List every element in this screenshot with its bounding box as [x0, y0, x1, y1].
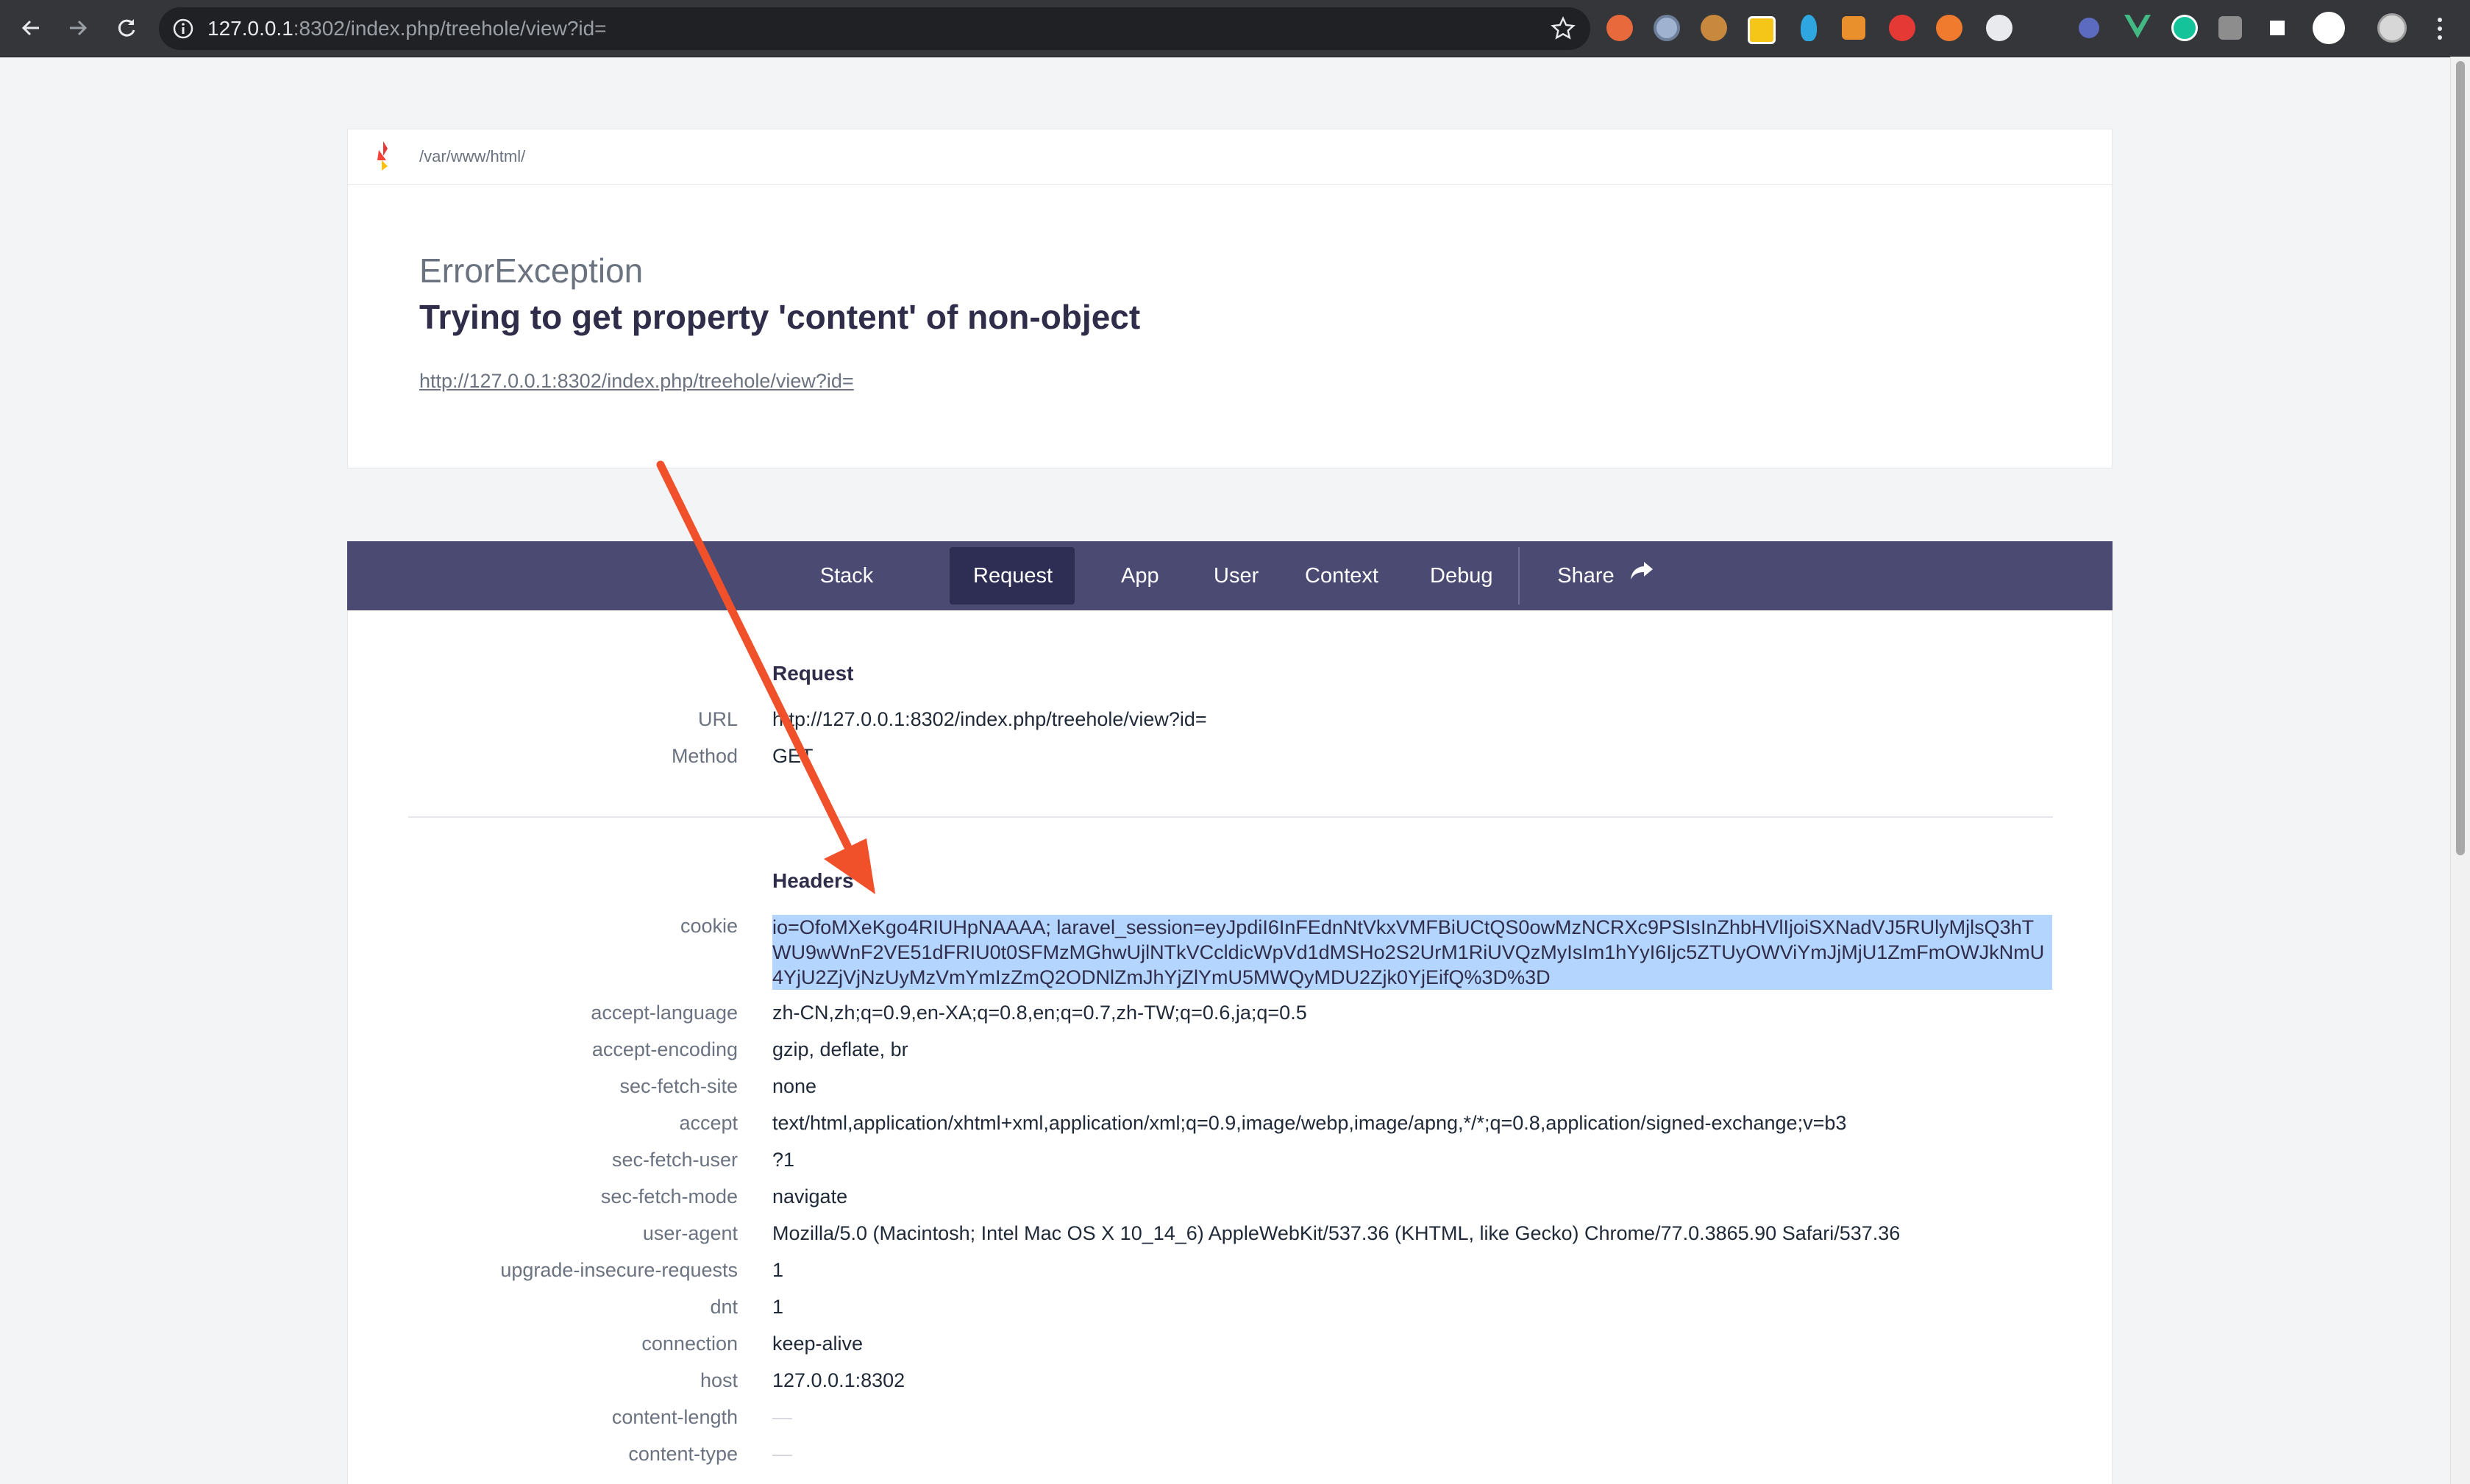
header-value-cookie: io=OfoMXeKgo4RIUHpNAAAA; laravel_session…	[772, 915, 2052, 990]
cookie-extension-icon[interactable]	[1701, 15, 1727, 41]
profile-avatar[interactable]	[2377, 13, 2407, 43]
share-label: Share	[1557, 564, 1615, 588]
vue-devtools-icon[interactable]	[2124, 15, 2151, 42]
header-label-dnt: dnt	[710, 1296, 738, 1318]
header-label-accept-encoding: accept-encoding	[591, 1038, 738, 1060]
scrollbar-thumb[interactable]	[2456, 61, 2465, 855]
browser-menu-icon[interactable]	[2429, 13, 2451, 44]
browser-toolbar: 127.0.0.1:8302/index.php/treehole/view?i…	[0, 0, 2470, 57]
header-value-connection: keep-alive	[772, 1333, 864, 1355]
reload-button[interactable]	[109, 10, 144, 46]
extension-icon-2[interactable]	[1654, 15, 1680, 41]
header-value-sec-fetch-site: none	[772, 1075, 817, 1097]
header-label-cookie: cookie	[680, 915, 738, 937]
ignition-logo-icon	[374, 141, 394, 174]
extension-icon-1[interactable]	[1606, 15, 1633, 41]
extension-icon-8[interactable]	[1936, 15, 1962, 41]
exception-message: Trying to get property 'content' of non-…	[419, 298, 1141, 336]
tab-debug[interactable]: Debug	[1406, 547, 1495, 604]
header-label-sec-fetch-mode: sec-fetch-mode	[600, 1185, 738, 1207]
header-value-user-agent: Mozilla/5.0 (Macintosh; Intel Mac OS X 1…	[772, 1222, 1901, 1244]
extension-icon-9[interactable]	[1986, 15, 2012, 41]
header-value-sec-fetch-user: ?1	[772, 1149, 795, 1171]
exception-class: ErrorException	[419, 252, 644, 290]
header-value-content-length: —	[772, 1406, 792, 1428]
header-label-content-length: content-length	[611, 1406, 738, 1428]
page-scrollbar[interactable]	[2450, 57, 2470, 1484]
request-section-title: Request	[772, 662, 854, 685]
header-label-sec-fetch-site: sec-fetch-site	[619, 1075, 738, 1097]
tab-app[interactable]: App	[1097, 547, 1164, 604]
extension-icon-14[interactable]	[2266, 16, 2289, 40]
extension-icon-13[interactable]	[2218, 16, 2242, 40]
tab-user[interactable]: User	[1190, 547, 1264, 604]
tab-context[interactable]: Context	[1281, 547, 1384, 604]
header-label-sec-fetch-user: sec-fetch-user	[611, 1149, 738, 1171]
app-path: /var/www/html/	[419, 147, 526, 165]
tab-separator	[1518, 547, 1520, 604]
header-label-user-agent: user-agent	[642, 1222, 738, 1244]
header-value-content-type: —	[772, 1443, 792, 1465]
grammarly-icon[interactable]	[2171, 15, 2198, 41]
share-button[interactable]: Share	[1539, 547, 1671, 604]
back-button[interactable]	[13, 10, 49, 46]
tab-request[interactable]: Request	[950, 547, 1075, 604]
tab-stack-trace[interactable]: Stack trace	[780, 547, 914, 645]
header-value-sec-fetch-mode: navigate	[772, 1185, 848, 1207]
extension-icon-6[interactable]	[1842, 16, 1865, 40]
header-value-dnt: 1	[772, 1296, 784, 1318]
header-label-accept: accept	[679, 1112, 738, 1134]
info-icon[interactable]	[172, 18, 194, 43]
address-bar[interactable]: 127.0.0.1:8302/index.php/treehole/view?i…	[159, 7, 1590, 50]
request-panel: Request URL http://127.0.0.1:8302/index.…	[347, 610, 2113, 1484]
bookmark-star-icon[interactable]	[1551, 16, 1576, 45]
url-value: http://127.0.0.1:8302/index.php/treehole…	[772, 708, 1207, 730]
header-label-accept-language: accept-language	[591, 1002, 738, 1024]
exception-card: /var/www/html/ ErrorException Trying to …	[347, 129, 2113, 468]
extension-icon-10[interactable]	[2079, 18, 2099, 38]
lightbulb-extension-icon[interactable]	[1801, 15, 1817, 41]
header-label-upgrade-insecure-requests: upgrade-insecure-requests	[500, 1259, 738, 1281]
header-label-host: host	[700, 1369, 738, 1391]
header-value-accept: text/html,application/xhtml+xml,applicat…	[772, 1112, 1847, 1134]
url-label: URL	[697, 708, 738, 730]
forward-button[interactable]	[60, 10, 96, 46]
exception-url-link[interactable]: http://127.0.0.1:8302/index.php/treehole…	[419, 370, 854, 393]
card-header: /var/www/html/	[348, 129, 2112, 185]
url-text[interactable]: 127.0.0.1:8302/index.php/treehole/view?i…	[207, 18, 607, 40]
share-arrow-icon	[1630, 546, 1653, 603]
extension-icon-4[interactable]	[1748, 16, 1776, 44]
extension-icon-15[interactable]	[2313, 12, 2345, 44]
tab-bar: Stack trace Request App User Context Deb…	[347, 541, 2113, 645]
header-value-upgrade-insecure-requests: 1	[772, 1259, 784, 1281]
header-label-connection: connection	[641, 1333, 738, 1355]
header-label-content-type: content-type	[628, 1443, 738, 1465]
header-value-accept-language: zh-CN,zh;q=0.9,en-XA;q=0.8,en;q=0.7,zh-T…	[772, 1002, 1307, 1024]
header-value-accept-encoding: gzip, deflate, br	[772, 1038, 908, 1060]
header-value-host: 127.0.0.1:8302	[772, 1369, 905, 1391]
section-divider	[408, 816, 2053, 818]
extension-icon-7[interactable]	[1889, 15, 1915, 41]
method-label: Method	[671, 745, 738, 767]
headers-section-title: Headers	[772, 869, 854, 892]
method-value: GET	[772, 745, 814, 767]
